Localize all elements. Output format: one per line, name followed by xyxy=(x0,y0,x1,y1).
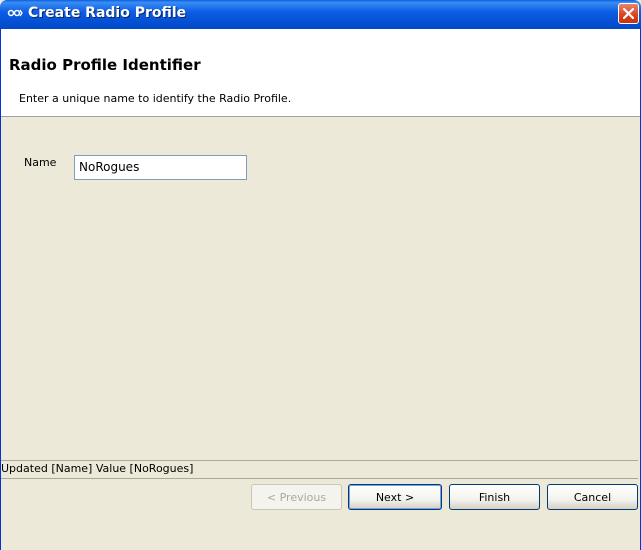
page-title: Radio Profile Identifier xyxy=(9,56,201,74)
status-divider-top xyxy=(1,460,638,461)
cancel-button[interactable]: Cancel xyxy=(547,484,638,510)
next-button[interactable]: Next > xyxy=(348,484,442,510)
previous-button[interactable]: < Previous xyxy=(251,484,342,510)
name-label: Name xyxy=(24,156,57,169)
create-radio-profile-dialog: Create Radio Profile Radio Profile Ident… xyxy=(0,0,641,550)
close-icon xyxy=(623,8,634,19)
page-description: Enter a unique name to identify the Radi… xyxy=(19,92,292,105)
title-bar[interactable]: Create Radio Profile xyxy=(0,0,641,29)
window-title: Create Radio Profile xyxy=(28,5,187,21)
name-input[interactable]: NoRogues xyxy=(74,155,247,180)
status-divider-bottom xyxy=(1,478,638,479)
finish-button[interactable]: Finish xyxy=(449,484,540,510)
app-icon xyxy=(7,6,23,22)
wizard-header: Radio Profile Identifier Enter a unique … xyxy=(1,29,640,117)
status-message: Updated [Name] Value [NoRogues] xyxy=(1,462,194,475)
close-button[interactable] xyxy=(618,3,639,24)
